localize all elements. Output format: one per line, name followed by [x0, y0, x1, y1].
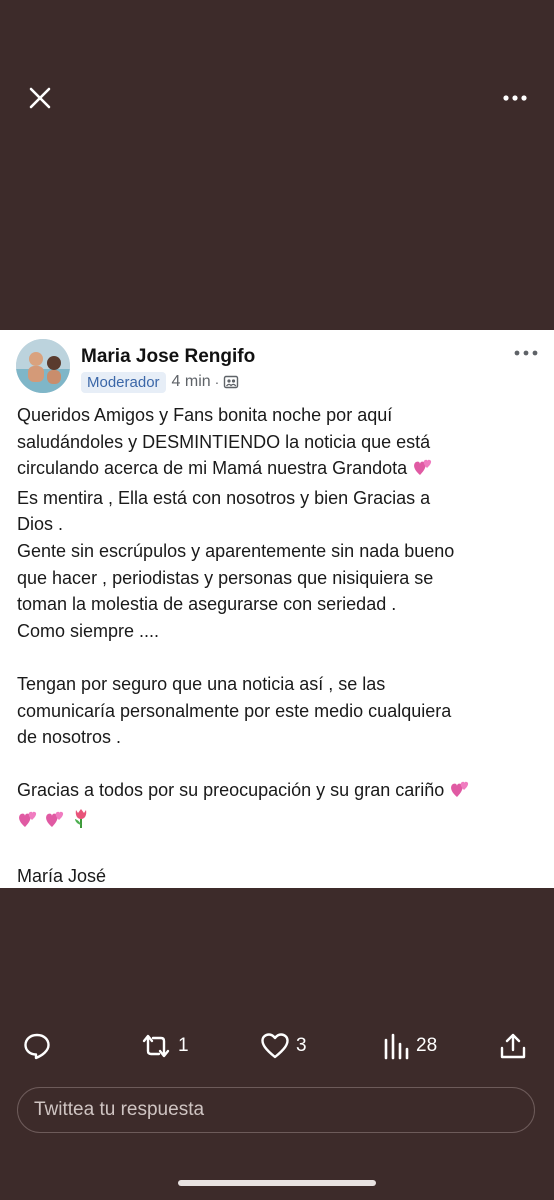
post-line: toman la molestia de asegurarse con seri…	[17, 594, 397, 615]
post-line: de nosotros .	[17, 727, 122, 748]
group-visibility-icon	[224, 375, 239, 389]
post-line-text: Gracias a todos por su preocupación y su…	[17, 780, 445, 801]
two-hearts-emoji	[44, 809, 66, 837]
author-name[interactable]: Maria Jose Rengifo	[81, 346, 255, 368]
post-meta: Moderador 4 min ·	[81, 370, 239, 394]
post-signature: María José	[17, 866, 107, 887]
analytics-icon	[384, 1033, 409, 1060]
share-icon	[500, 1033, 526, 1059]
moderator-badge: Moderador	[81, 371, 166, 393]
post-line: que hacer , periodistas y personas que n…	[17, 567, 434, 588]
views-button[interactable]: 28	[382, 1028, 437, 1064]
reply-button[interactable]	[22, 1028, 52, 1064]
meta-separator: ·	[214, 374, 220, 390]
retweet-button[interactable]: 1	[140, 1028, 189, 1064]
post-line: comunicaría personalmente por este medio…	[17, 700, 452, 721]
retweet-icon	[142, 1034, 170, 1058]
like-count: 3	[296, 1035, 307, 1056]
share-button[interactable]	[498, 1028, 528, 1064]
two-hearts-emoji	[449, 779, 471, 807]
post-more-button[interactable]	[514, 346, 538, 358]
post-line: Gracias a todos por su preocupación y su…	[17, 777, 541, 807]
post-line: circulando acerca de mi Mamá nuestra Gra…	[17, 455, 541, 485]
post-line: Queridos Amigos y Fans bonita noche por …	[17, 405, 393, 425]
heart-icon	[261, 1033, 289, 1059]
two-hearts-emoji	[17, 809, 39, 837]
post-line: Dios .	[17, 514, 64, 535]
comment-icon	[24, 1033, 50, 1060]
more-icon	[503, 95, 527, 101]
emoji-line	[17, 807, 541, 837]
more-icon	[514, 350, 538, 356]
post-line: Es mentira , Ella está con nosotros y bi…	[17, 487, 431, 508]
post-line: saludándoles y DESMINTIENDO la noticia q…	[17, 431, 431, 452]
post-card: Maria Jose Rengifo Moderador 4 min · Que…	[0, 330, 554, 888]
avatar-image	[16, 339, 70, 393]
post-line: Gente sin escrúpulos y aparentemente sin…	[17, 540, 455, 561]
viewer-top-bar	[0, 0, 554, 200]
views-count: 28	[416, 1035, 438, 1056]
post-text: Queridos Amigos y Fans bonita noche por …	[17, 402, 541, 890]
post-line: Como siempre ....	[17, 620, 160, 641]
reply-input[interactable]	[17, 1087, 535, 1133]
more-options-button[interactable]	[502, 88, 528, 108]
avatar[interactable]	[16, 339, 70, 393]
action-bar: 1 3 28	[0, 1028, 554, 1068]
post-line: Tengan por seguro que una noticia así , …	[17, 673, 386, 694]
two-hearts-emoji	[412, 457, 434, 485]
home-indicator[interactable]	[178, 1180, 376, 1186]
close-button[interactable]	[26, 84, 54, 112]
close-icon	[29, 87, 51, 109]
tulip-emoji	[71, 807, 91, 837]
like-button[interactable]: 3	[260, 1028, 307, 1064]
post-time: 4 min	[171, 373, 211, 390]
retweet-count: 1	[178, 1035, 189, 1056]
post-line-text: circulando acerca de mi Mamá nuestra Gra…	[17, 458, 408, 479]
